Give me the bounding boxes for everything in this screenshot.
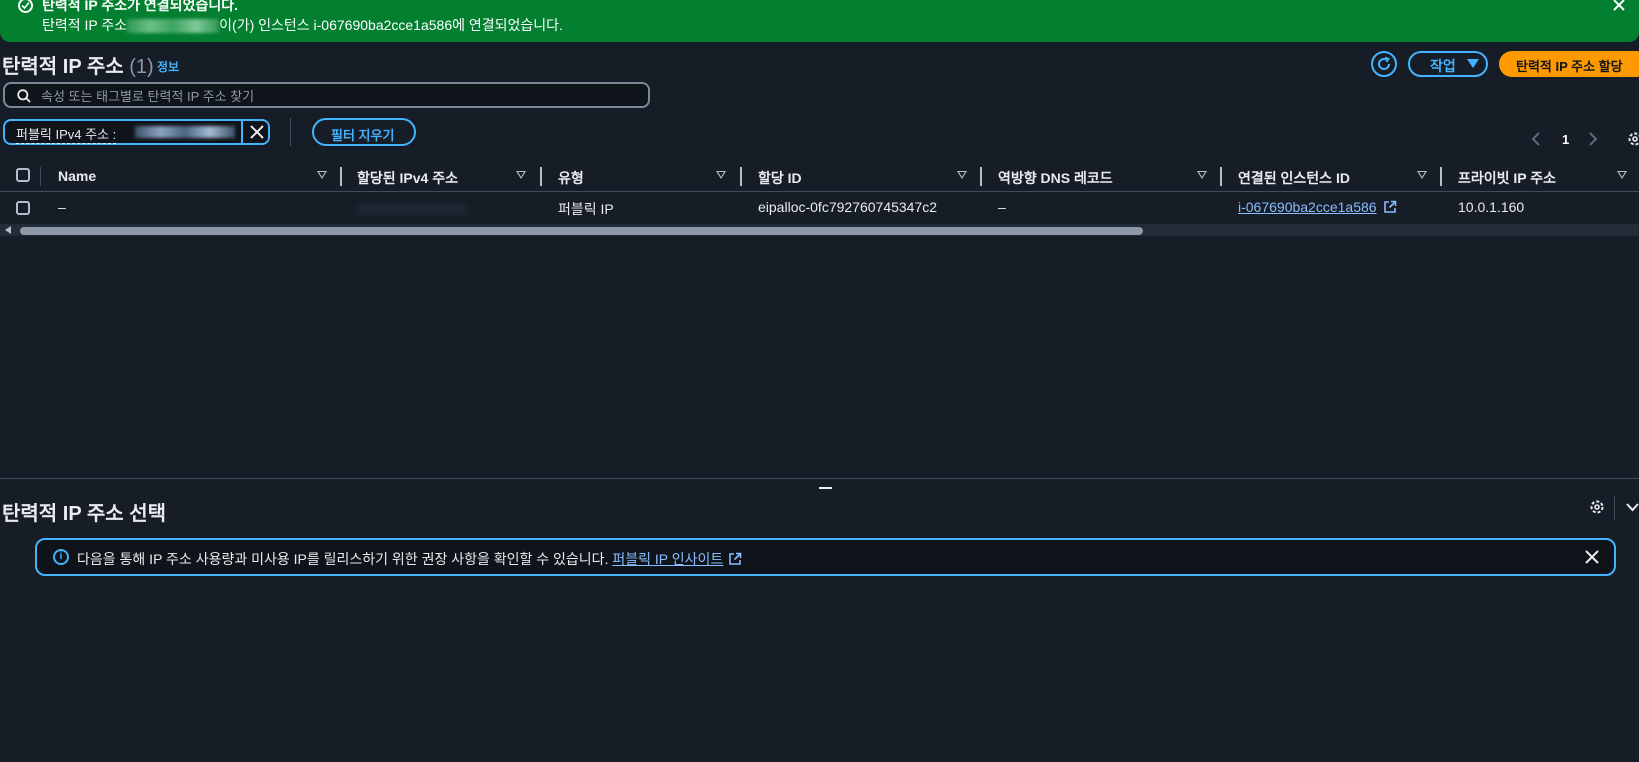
caret-down-icon	[1467, 59, 1479, 68]
sort-icon[interactable]	[716, 171, 726, 179]
page-title-count: (1)	[129, 56, 154, 78]
scroll-left-arrow-icon[interactable]	[5, 226, 11, 234]
collapse-split-panel-button[interactable]	[1626, 500, 1639, 517]
column-resizer[interactable]	[740, 167, 742, 186]
next-page-button[interactable]	[1588, 131, 1598, 150]
search-icon	[17, 89, 31, 103]
flash-message-prefix: 탄력적 IP 주소	[42, 17, 128, 33]
flash-message-suffix: 이(가) 인스턴스 i-067690ba2cce1a586에 연결되었습니다.	[219, 17, 563, 33]
refresh-button[interactable]	[1371, 51, 1397, 77]
column-resizer[interactable]	[980, 167, 982, 186]
sort-icon[interactable]	[1417, 171, 1427, 179]
allocate-elastic-ip-button[interactable]: 탄력적 IP 주소 할당	[1499, 51, 1639, 77]
alert-dismiss-button[interactable]	[1583, 548, 1601, 569]
alert-message: 다음을 통해 IP 주소 사용량과 미사용 IP를 릴리스하기 위한 권장 사항…	[77, 549, 742, 569]
cell-type: 퍼블릭 IP	[558, 201, 614, 217]
column-resizer[interactable]	[340, 167, 342, 186]
actions-label: 작업	[1430, 58, 1456, 74]
gear-icon	[1628, 132, 1639, 146]
allocate-label: 탄력적 IP 주소 할당	[1516, 59, 1623, 74]
redacted-filter-value	[135, 126, 235, 138]
divider	[1614, 496, 1615, 520]
split-panel-preferences-button[interactable]	[1589, 499, 1605, 518]
select-all-checkbox[interactable]	[16, 168, 30, 182]
column-header-private-ip[interactable]: 프라이빗 IP 주소	[1458, 168, 1556, 188]
cell-instance-id: i-067690ba2cce1a586	[1238, 199, 1397, 215]
cell-allocation-id: eipalloc-0fc792760745347c2	[758, 199, 938, 215]
chevron-right-icon	[1589, 132, 1598, 146]
success-flash-banner: 탄력적 IP 주소가 연결되었습니다. 탄력적 IP 주소 이(가) 인스턴스 i…	[0, 0, 1639, 42]
page-title: 탄력적 IP 주소 (1)	[2, 50, 154, 79]
split-panel-resize-handle[interactable]	[819, 487, 832, 489]
flash-close-button[interactable]	[1612, 0, 1626, 18]
search-input[interactable]	[39, 86, 643, 106]
chevron-down-icon	[1626, 503, 1639, 512]
close-icon	[1585, 550, 1599, 564]
current-page-number[interactable]: 1	[1562, 132, 1569, 147]
info-icon: i	[53, 549, 69, 565]
public-ip-insights-link[interactable]: 퍼블릭 IP 인사이트	[612, 551, 723, 567]
sort-icon[interactable]	[516, 171, 526, 179]
actions-dropdown-button[interactable]: 작업	[1408, 51, 1488, 77]
column-header-type[interactable]: 유형	[558, 168, 584, 188]
sort-icon[interactable]	[1197, 171, 1207, 179]
row-checkbox[interactable]	[16, 201, 30, 215]
external-link-icon	[729, 552, 742, 565]
sort-icon[interactable]	[1617, 171, 1627, 179]
column-header-allocated-ipv4[interactable]: 할당된 IPv4 주소	[357, 168, 458, 188]
column-header-reverse-dns[interactable]: 역방향 DNS 레코드	[998, 168, 1113, 188]
sort-icon[interactable]	[317, 171, 327, 179]
column-resizer[interactable]	[1440, 167, 1442, 186]
column-header-name[interactable]: Name	[58, 168, 96, 184]
page-title-text: 탄력적 IP 주소	[2, 56, 124, 78]
instance-id-link[interactable]: i-067690ba2cce1a586	[1238, 199, 1377, 215]
check-circle-icon	[18, 0, 33, 13]
redacted-ipv4-address	[357, 203, 467, 215]
info-alert: i 다음을 통해 IP 주소 사용량과 미사용 IP를 릴리스하기 위한 권장 …	[35, 538, 1616, 576]
external-link-icon	[1384, 200, 1397, 213]
redacted-ip	[127, 19, 220, 34]
filter-token-label: 퍼블릭 IPv4 주소 :	[16, 124, 117, 144]
flash-title: 탄력적 IP 주소가 연결되었습니다.	[42, 0, 238, 13]
gear-icon	[1590, 500, 1604, 514]
refresh-icon	[1378, 56, 1391, 70]
column-resizer[interactable]	[540, 167, 542, 186]
search-bar	[3, 82, 650, 108]
cell-private-ip: 10.0.1.160	[1458, 199, 1525, 215]
column-header-instance-id[interactable]: 연결된 인스턴스 ID	[1238, 168, 1350, 188]
split-panel-border	[0, 478, 1639, 479]
column-header-allocation-id[interactable]: 할당 ID	[758, 168, 802, 188]
column-divider	[40, 167, 41, 186]
close-icon	[1613, 0, 1625, 11]
close-icon	[250, 125, 264, 139]
divider	[290, 118, 291, 146]
filter-token-separator	[241, 121, 243, 143]
table-preferences-button[interactable]	[1626, 131, 1639, 150]
clear-filters-label: 필터 지우기	[331, 128, 395, 143]
previous-page-button[interactable]	[1531, 131, 1541, 150]
table-header: Name 할당된 IPv4 주소 유형 할당 ID 역방향 DNS 레코드 연결…	[0, 160, 1639, 192]
scrollbar-thumb[interactable]	[20, 227, 1143, 235]
clear-filters-button[interactable]: 필터 지우기	[312, 118, 416, 146]
flash-message: 탄력적 IP 주소 이(가) 인스턴스 i-067690ba2cce1a586에 …	[42, 15, 563, 35]
cell-name: –	[58, 199, 66, 215]
remove-filter-button[interactable]	[246, 121, 268, 143]
chevron-left-icon	[1531, 132, 1540, 146]
cell-reverse-dns: –	[998, 199, 1006, 215]
sort-icon[interactable]	[957, 171, 967, 179]
alert-text: 다음을 통해 IP 주소 사용량과 미사용 IP를 릴리스하기 위한 권장 사항…	[77, 551, 609, 567]
info-link[interactable]: 정보	[157, 58, 179, 75]
split-panel-title: 탄력적 IP 주소 선택	[2, 503, 167, 525]
column-resizer[interactable]	[1220, 167, 1222, 186]
filter-token[interactable]: 퍼블릭 IPv4 주소 :	[3, 119, 270, 145]
